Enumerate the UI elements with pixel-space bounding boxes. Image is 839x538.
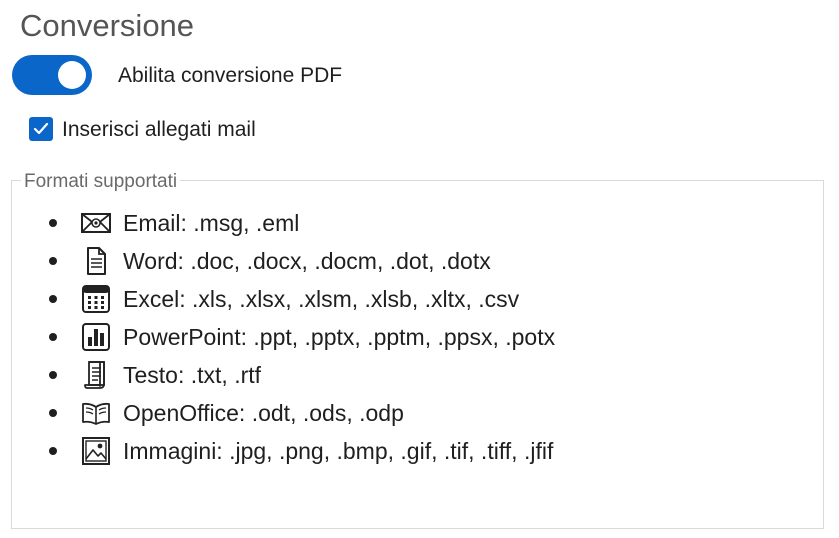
- pdf-conversion-toggle[interactable]: [12, 55, 92, 95]
- bullet: [49, 333, 57, 341]
- chart-icon: [82, 323, 110, 351]
- bullet: [49, 409, 57, 417]
- format-item-openoffice: OpenOffice: .odt, .ods, .odp: [12, 397, 712, 429]
- format-item-text: Testo: .txt, .rtf: [12, 359, 712, 391]
- supported-formats-group: Email: .msg, .eml Word: .doc, .docx, .do…: [11, 180, 824, 529]
- bullet: [49, 219, 57, 227]
- section-title: Conversione: [20, 8, 195, 43]
- spreadsheet-icon: [82, 285, 110, 313]
- format-item-powerpoint: PowerPoint: .ppt, .pptx, .pptm, .ppsx, .…: [12, 321, 712, 353]
- format-item-label: Immagini: .jpg, .png, .bmp, .gif, .tif, …: [123, 438, 554, 464]
- format-item-label: Excel: .xls, .xlsx, .xlsm, .xlsb, .xltx,…: [123, 286, 520, 312]
- format-item-label: Email: .msg, .eml: [123, 210, 300, 236]
- format-item-label: PowerPoint: .ppt, .pptx, .pptm, .ppsx, .…: [123, 324, 556, 350]
- toggle-knob: [58, 61, 86, 89]
- supported-formats-legend: Formati supportati: [21, 170, 181, 194]
- format-item-label: OpenOffice: .odt, .ods, .odp: [123, 400, 404, 426]
- bullet: [49, 447, 57, 455]
- email-icon: [81, 213, 111, 233]
- mail-attachments-checkbox[interactable]: [29, 117, 53, 141]
- format-item-excel: Excel: .xls, .xlsx, .xlsm, .xlsb, .xltx,…: [12, 283, 712, 315]
- format-item-label: Testo: .txt, .rtf: [123, 362, 262, 388]
- format-item-label: Word: .doc, .docx, .docm, .dot, .dotx: [123, 248, 491, 274]
- mail-attachments-label: Inserisci allegati mail: [62, 118, 256, 141]
- checkmark-icon: [33, 122, 49, 135]
- bullet: [49, 257, 57, 265]
- format-item-word: Word: .doc, .docx, .docm, .dot, .dotx: [12, 245, 712, 277]
- format-item-images: Immagini: .jpg, .png, .bmp, .gif, .tif, …: [12, 435, 712, 467]
- text-file-icon: [84, 361, 105, 389]
- book-icon: [82, 402, 110, 425]
- document-icon: [87, 247, 106, 275]
- pdf-conversion-toggle-label: Abilita conversione PDF: [118, 64, 343, 87]
- image-icon: [82, 437, 110, 465]
- bullet: [49, 295, 57, 303]
- bullet: [49, 371, 57, 379]
- format-item-email: Email: .msg, .eml: [12, 207, 712, 239]
